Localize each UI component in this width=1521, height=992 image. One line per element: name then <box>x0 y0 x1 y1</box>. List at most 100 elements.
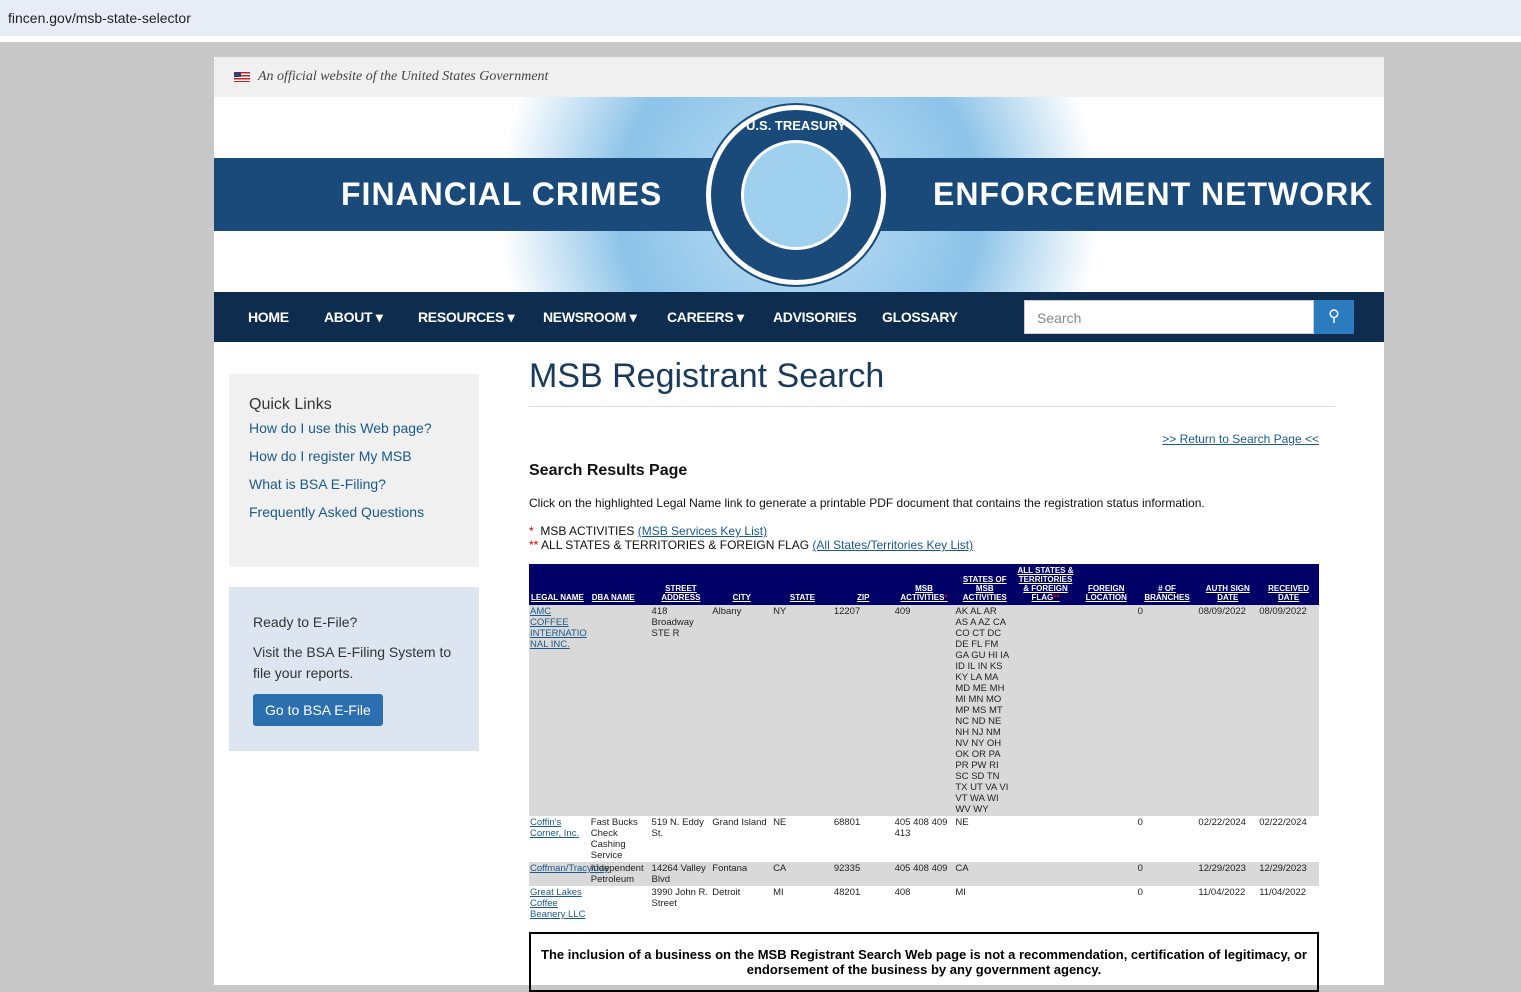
table-cell <box>1015 816 1076 862</box>
table-cell: 0 <box>1137 887 1143 898</box>
quick-link[interactable]: Frequently Asked Questions <box>249 504 459 520</box>
column-header[interactable]: STREET ADDRESS <box>650 564 712 605</box>
table-cell: Albany <box>711 605 773 816</box>
return-to-search-link[interactable]: >> Return to Search Page << <box>1162 432 1319 446</box>
results-table: LEGAL NAME DBA NAME STREET ADDRESS CITY STAT… <box>529 564 1319 921</box>
nav-about[interactable]: ABOUT ▾ <box>324 309 383 326</box>
table-cell: MI <box>773 887 784 898</box>
results-description: Click on the highlighted Legal Name link… <box>529 496 1205 510</box>
table-cell <box>589 605 651 816</box>
column-header[interactable]: AUTH SIGN DATE <box>1197 564 1259 605</box>
disclaimer: The inclusion of a business on the MSB R… <box>529 932 1319 992</box>
legal-name-link[interactable]: AMC COFFEE INTERNATIO NAL INC. <box>530 606 587 650</box>
results-heading: Search Results Page <box>529 462 688 479</box>
table-cell: 0 <box>1136 862 1198 886</box>
table-cell: 08/09/2022 <box>1258 605 1319 816</box>
table-cell <box>590 886 651 921</box>
nav-glossary[interactable]: GLOSSARY <box>882 309 958 325</box>
address-bar[interactable]: fincen.gov/msb-state-selector <box>0 0 1521 36</box>
table-cell: Independent Petroleum <box>589 862 651 886</box>
table-cell: 3990 John R. Street <box>651 887 709 909</box>
main-content: MSB Registrant Search >> Return to Searc… <box>529 357 1335 552</box>
quick-link[interactable]: How do I use this Web page? <box>249 420 459 436</box>
nav-resources[interactable]: RESOURCES ▾ <box>418 309 515 326</box>
table-cell <box>1015 862 1076 886</box>
quick-links: Quick Links How do I use this Web page? … <box>229 374 479 567</box>
table-cell: Detroit <box>712 887 741 898</box>
efile-title: Ready to E-File? <box>253 614 358 630</box>
go-to-efile-button[interactable]: Go to BSA E-File <box>253 694 383 726</box>
key-text: ALL STATES & TERRITORIES & FOREIGN FLAG <box>538 538 813 552</box>
table-cell: 519 N. Eddy St. <box>651 817 704 839</box>
table-cell: NE <box>955 817 969 828</box>
table-cell: 12/29/2023 <box>1197 862 1259 886</box>
search-icon: ⚲ <box>1328 308 1340 325</box>
table-cell: Fast Bucks Check Cashing Service <box>590 817 638 861</box>
asterisk: ** <box>1053 593 1060 602</box>
column-header[interactable]: RECEIVED DATE <box>1258 564 1319 605</box>
states-key-link[interactable]: (All States/Territories Key List) <box>812 538 973 552</box>
table-cell <box>1015 886 1076 921</box>
table-cell: 14264 Valley Blvd <box>650 862 712 886</box>
table-cell: 418 Broadway STE R <box>650 605 712 816</box>
table-cell <box>1015 605 1076 816</box>
search-input[interactable]: Search <box>1024 300 1314 334</box>
legal-name-link[interactable]: Great Lakes Coffee Beanery LLC <box>530 887 585 920</box>
column-header[interactable]: STATE <box>772 564 833 605</box>
us-flag-icon <box>234 72 250 82</box>
column-header[interactable]: # OF BRANCHES <box>1136 564 1198 605</box>
table-cell: NE <box>773 817 787 828</box>
header-left-text: FINANCIAL CRIMES <box>341 176 663 212</box>
table-cell: Great Lakes Coffee Beanery LLC <box>529 886 590 921</box>
quick-link[interactable]: How do I register My MSB <box>249 448 459 464</box>
table-cell: 405 408 409 413 <box>894 817 948 839</box>
efile-box: Ready to E-File? Visit the BSA E-Filing … <box>229 587 479 751</box>
column-header[interactable]: LEGAL NAME <box>529 564 590 605</box>
nav-careers[interactable]: CAREERS ▾ <box>667 309 744 326</box>
table-cell: 0 <box>1136 605 1198 816</box>
nav-newsroom[interactable]: NEWSROOM ▾ <box>543 309 637 326</box>
main-nav: HOME ABOUT ▾ RESOURCES ▾ NEWSROOM ▾ CARE… <box>214 292 1384 342</box>
table-cell: 408 <box>894 887 911 898</box>
table-cell: NY <box>772 605 833 816</box>
column-header[interactable]: ZIP <box>832 564 894 605</box>
table-cell: 48201 <box>833 887 861 898</box>
gov-banner: An official website of the United States… <box>214 57 1384 97</box>
table-cell: Coffman/Tracy/Jay <box>529 862 609 886</box>
table-cell: AK AL AR AS A AZ CA CO CT DC DE FL FM GA… <box>954 605 1016 816</box>
column-header[interactable]: FOREIGN LOCATION <box>1075 564 1137 605</box>
column-header[interactable]: ALL STATES & TERRITORIES & FOREIGN FLAG*… <box>1015 564 1076 605</box>
column-header[interactable]: STATES OF MSB ACTIVITIES <box>954 564 1016 605</box>
table-cell: Coffin's Corner, Inc. <box>529 816 590 862</box>
msb-services-key-link[interactable]: (MSB Services Key List) <box>638 524 767 538</box>
column-header[interactable]: CITY <box>711 564 773 605</box>
seal-text: U.S. TREASURY <box>746 118 846 133</box>
eagle-icon <box>741 140 851 250</box>
table-row: AMC COFFEE INTERNATIO NAL INC. 418 Broadw… <box>529 605 1319 816</box>
table-cell: 92335 <box>832 862 894 886</box>
nav-advisories[interactable]: ADVISORIES <box>773 309 857 325</box>
table-row: Coffin's Corner, Inc. Fast Bucks Check Ca… <box>529 816 1319 862</box>
table-cell: 12207 <box>832 605 894 816</box>
table-cell: 68801 <box>833 817 861 828</box>
gov-banner-text: An official website of the United States… <box>258 69 549 84</box>
table-cell: 405 408 409 <box>893 862 955 886</box>
table-cell: 08/09/2022 <box>1197 605 1259 816</box>
quick-link[interactable]: What is BSA E-Filing? <box>249 476 459 492</box>
msb-key: * MSB ACTIVITIES (MSB Services Key List) <box>529 524 767 538</box>
nav-home[interactable]: HOME <box>248 309 289 325</box>
key-text: MSB ACTIVITIES <box>533 524 638 538</box>
table-row: Coffman/Tracy/Jay Independent Petroleum 14… <box>529 862 1319 886</box>
legal-name-link[interactable]: Coffin's Corner, Inc. <box>530 817 579 839</box>
table-cell <box>1076 886 1137 921</box>
table-cell: MI <box>955 887 966 898</box>
table-cell: Fontana <box>711 862 773 886</box>
header-right-text: ENFORCEMENT NETWORK <box>933 176 1374 212</box>
search-button[interactable]: ⚲ <box>1314 300 1354 334</box>
column-header[interactable]: DBA NAME <box>589 564 651 605</box>
fincen-seal-logo[interactable]: U.S. TREASURY <box>706 105 886 285</box>
table-cell: 11/04/2022 <box>1259 887 1307 898</box>
column-header[interactable]: MSB ACTIVITIES* <box>893 564 955 605</box>
table-row: Great Lakes Coffee Beanery LLC 3990 John … <box>529 886 1319 921</box>
quick-links-title: Quick Links <box>249 396 332 413</box>
